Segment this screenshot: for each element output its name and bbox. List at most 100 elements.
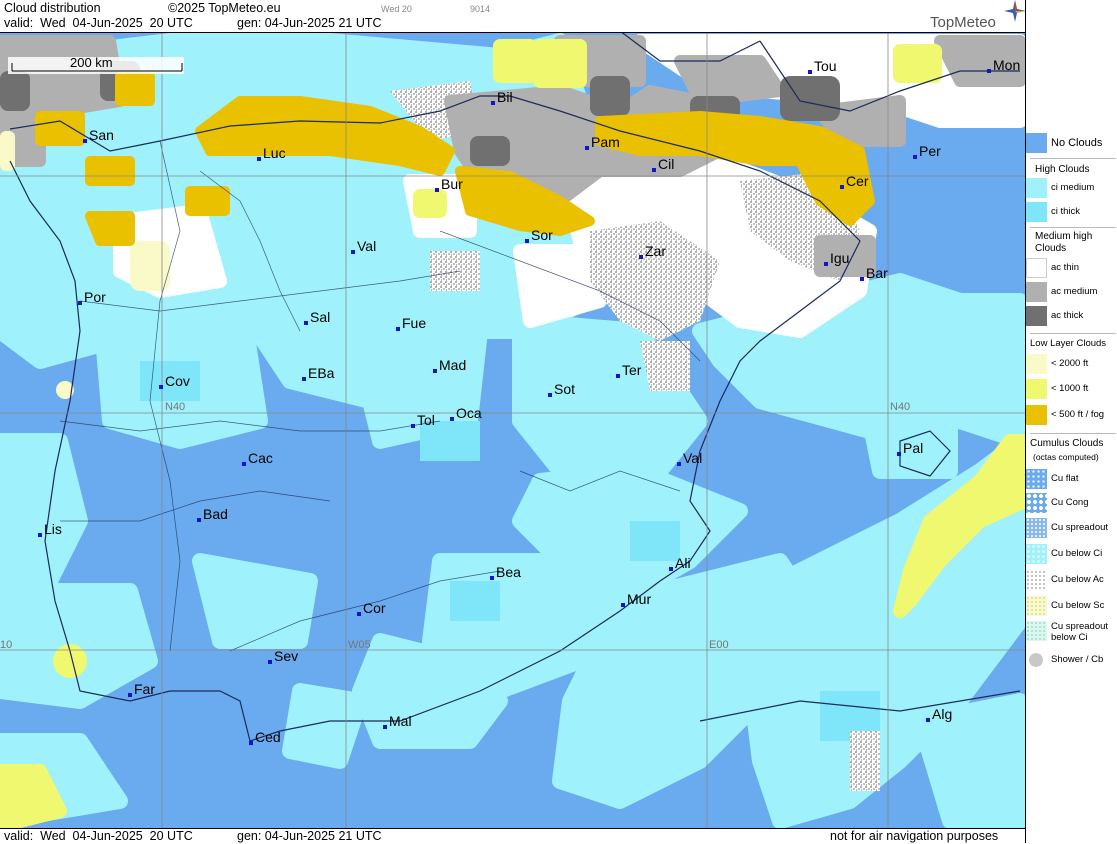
city-marker	[897, 452, 901, 456]
valid-time: valid: Wed 04-Jun-2025 20 UTC	[4, 16, 193, 30]
city-label: Tou	[814, 58, 837, 74]
generated-time: gen: 04-Jun-2025 21 UTC	[237, 16, 382, 30]
city-label: Cil	[658, 156, 674, 172]
legend-shower-cb: Shower / Cb	[1026, 650, 1117, 672]
city-marker	[652, 168, 656, 172]
header-code-label: 9014	[470, 4, 491, 14]
legend-divider	[1030, 158, 1116, 159]
legend-cu-spreadout: Cu spreadout	[1026, 518, 1117, 540]
city-label: EBa	[308, 365, 335, 381]
grid-label-w10: 10	[0, 639, 12, 651]
swatch-low-1000	[1026, 379, 1047, 399]
city-label: Luc	[263, 145, 286, 161]
city-marker	[860, 277, 864, 281]
city-marker	[83, 139, 87, 143]
legend-ac-thin: ac thin	[1026, 258, 1117, 280]
legend-low-clouds-heading: Low Layer Clouds	[1030, 338, 1107, 349]
city-marker	[242, 462, 246, 466]
city-label: Por	[84, 289, 106, 305]
map-title: Cloud distribution	[4, 1, 101, 15]
city-marker	[987, 69, 991, 73]
city-label: Mad	[439, 357, 466, 373]
swatch-no-clouds	[1026, 133, 1047, 153]
topmeteo-logo: TopMeteo	[930, 14, 996, 31]
legend-low-500: < 500 ft / fog	[1026, 405, 1117, 427]
city-marker	[257, 157, 261, 161]
city-label: Ali	[675, 555, 691, 571]
grid-label-n40-left: N40	[165, 401, 185, 413]
swatch-shower-cb	[1026, 650, 1047, 670]
legend-cu-cong: Cu Cong	[1026, 493, 1117, 515]
legend-cu-flat: Cu flat	[1026, 469, 1117, 491]
city-label: Zar	[645, 243, 666, 259]
swatch-ac-medium	[1026, 282, 1047, 302]
city-marker	[304, 321, 308, 325]
swatch-cu-flat	[1026, 469, 1047, 489]
legend-cu-spreadout-below-ci: Cu spreadout below Ci	[1026, 621, 1117, 643]
city-label: Alg	[932, 706, 952, 722]
city-marker	[411, 424, 415, 428]
city-marker	[677, 462, 681, 466]
legend-no-clouds: No Clouds	[1026, 133, 1117, 155]
legend-cumulus-subheading: (octas computed)	[1033, 452, 1099, 462]
city-marker	[435, 188, 439, 192]
city-marker	[268, 660, 272, 664]
city-marker	[525, 239, 529, 243]
grid-label-n40-right: N40	[890, 401, 910, 413]
legend-divider	[1030, 433, 1116, 434]
city-marker	[808, 70, 812, 74]
city-marker	[197, 518, 201, 522]
legend-ci-thick: ci thick	[1026, 202, 1117, 224]
city-label: Val	[357, 238, 376, 254]
legend-cu-below-ci: Cu below Ci	[1026, 544, 1117, 566]
swatch-cu-below-sc	[1026, 596, 1047, 616]
city-label: Cac	[248, 450, 273, 466]
legend-cu-below-ac: Cu below Ac	[1026, 570, 1117, 592]
cloud-map[interactable]: N40 N40 W05 E00 10 200 km San Bil Tou Mon Lu…	[0, 32, 1025, 829]
city-marker	[616, 374, 620, 378]
map-header: Cloud distribution ©2025 TopMeteo.eu Wed…	[0, 0, 1026, 32]
city-label: Fue	[402, 315, 426, 331]
footer-generated-time: gen: 04-Jun-2025 21 UTC	[237, 829, 382, 843]
map-footer: valid: Wed 04-Jun-2025 20 UTC gen: 04-Ju…	[0, 828, 1025, 844]
city-marker	[433, 369, 437, 373]
city-marker	[78, 301, 82, 305]
legend-high-clouds-heading: High Clouds	[1035, 164, 1090, 175]
legend-ac-medium: ac medium	[1026, 282, 1117, 304]
grid-label-w05: W05	[348, 639, 371, 651]
city-marker	[383, 725, 387, 729]
city-label: Bad	[203, 506, 228, 522]
city-marker	[249, 741, 253, 745]
swatch-cu-cong	[1026, 493, 1047, 513]
swatch-ac-thin	[1026, 258, 1047, 278]
city-marker	[926, 718, 930, 722]
city-marker	[302, 377, 306, 381]
legend-medium-clouds-heading: Medium high Clouds	[1035, 231, 1093, 254]
swatch-low-2000	[1026, 354, 1047, 374]
legend-divider	[1030, 333, 1116, 334]
city-label: Sev	[274, 648, 298, 664]
city-marker	[159, 385, 163, 389]
city-marker	[824, 262, 828, 266]
swatch-ci-medium	[1026, 178, 1047, 198]
swatch-cu-spreadout-below-ci	[1026, 621, 1047, 641]
legend-cumulus-heading: Cumulus Clouds	[1030, 438, 1104, 449]
city-label: Tol	[417, 412, 435, 428]
city-label: Bea	[496, 564, 521, 580]
city-label: Ced	[255, 729, 281, 745]
city-label: Bil	[497, 89, 513, 105]
swatch-ac-thick	[1026, 306, 1047, 326]
legend-low-2000: < 2000 ft	[1026, 354, 1117, 376]
city-label: Mon	[993, 57, 1020, 73]
city-label: Sot	[554, 381, 575, 397]
city-marker	[357, 612, 361, 616]
city-marker	[38, 533, 42, 537]
footer-valid-time: valid: Wed 04-Jun-2025 20 UTC	[4, 829, 193, 843]
swatch-cu-below-ac	[1026, 570, 1047, 590]
scale-label: 200 km	[70, 55, 113, 70]
swatch-cu-below-ci	[1026, 544, 1047, 564]
city-label: Lis	[44, 521, 62, 537]
city-label: Cer	[846, 173, 869, 189]
legend-ac-thick: ac thick	[1026, 306, 1117, 328]
map-canvas: N40 N40 W05 E00 10 200 km San Bil Tou Mon Lu…	[0, 33, 1025, 829]
